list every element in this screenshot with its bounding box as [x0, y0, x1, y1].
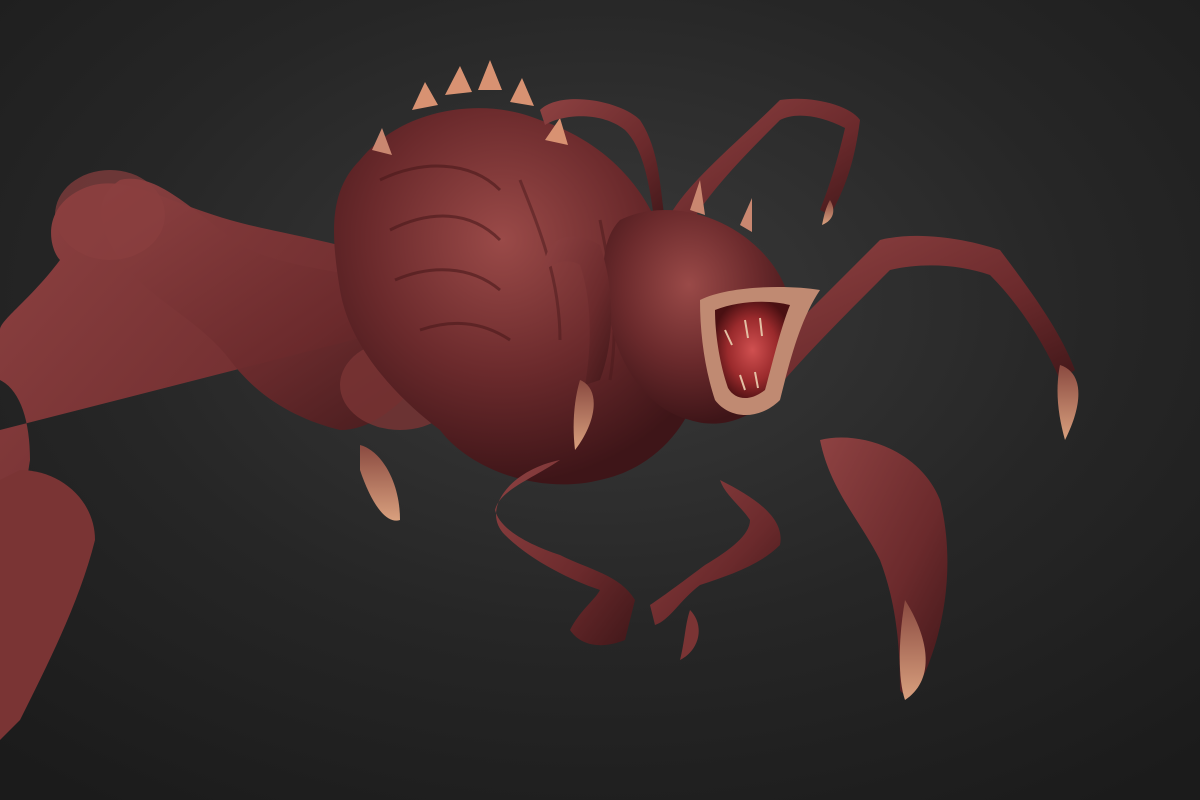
viewport	[0, 0, 1200, 800]
front-lower-arms	[495, 460, 781, 660]
right-arm	[760, 235, 1079, 440]
belly-claw	[360, 445, 400, 521]
creature-sculpt	[0, 60, 1079, 740]
right-hind-leg	[820, 437, 948, 700]
